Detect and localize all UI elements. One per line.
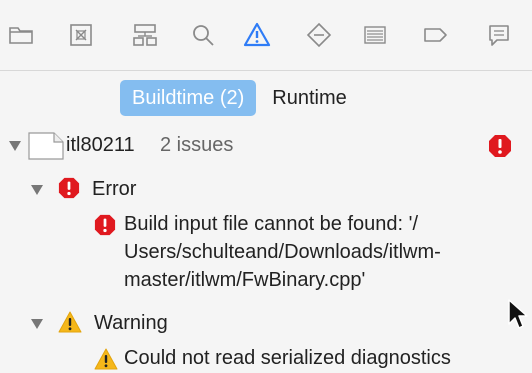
error-message-line: Build input file cannot be found: '/ <box>124 213 419 235</box>
error-icon <box>58 177 80 199</box>
error-badge-icon <box>488 134 512 158</box>
project-file-icon <box>28 132 64 160</box>
warning-icon <box>58 311 82 333</box>
warning-group-label: Warning <box>94 312 168 334</box>
warning-group-row[interactable]: Warning <box>0 306 532 340</box>
navigator-toolbar <box>0 0 532 70</box>
issue-scope-segmented-control: Buildtime (2) Runtime <box>120 80 359 116</box>
hierarchy-icon[interactable] <box>130 20 160 50</box>
source-control-icon[interactable] <box>66 20 96 50</box>
disclosure-triangle-icon[interactable] <box>30 317 44 331</box>
warning-message[interactable]: Could not read serialized diagnostics <box>124 344 451 372</box>
disclosure-triangle-icon[interactable] <box>30 183 44 197</box>
error-message-line: master/itlwm/FwBinary.cpp' <box>124 269 366 291</box>
breakpoint-tag-icon[interactable] <box>420 20 450 50</box>
error-message[interactable]: Build input file cannot be found: '/ Use… <box>124 210 441 294</box>
issue-warning-icon[interactable] <box>242 20 272 50</box>
project-name: itl80211 <box>66 134 135 156</box>
warning-message-line: Could not read serialized diagnostics <box>124 347 451 369</box>
error-group-row[interactable]: Error <box>0 172 532 206</box>
runtime-tab[interactable]: Runtime <box>260 80 358 116</box>
debug-list-icon[interactable] <box>360 20 390 50</box>
folder-icon[interactable] <box>6 20 36 50</box>
search-icon[interactable] <box>188 20 218 50</box>
mouse-pointer-icon <box>507 298 529 330</box>
disclosure-triangle-icon[interactable] <box>8 139 22 153</box>
test-diamond-icon[interactable] <box>304 20 334 50</box>
toolbar-divider <box>0 70 532 71</box>
warning-icon <box>94 348 118 370</box>
error-icon <box>94 214 116 236</box>
error-message-line: Users/schulteand/Downloads/itlwm- <box>124 241 441 263</box>
project-row[interactable]: itl80211 2 issues <box>0 128 532 162</box>
project-issue-count: 2 issues <box>160 134 234 156</box>
report-chat-icon[interactable] <box>484 20 514 50</box>
buildtime-tab[interactable]: Buildtime (2) <box>120 80 257 116</box>
error-group-label: Error <box>92 178 137 200</box>
